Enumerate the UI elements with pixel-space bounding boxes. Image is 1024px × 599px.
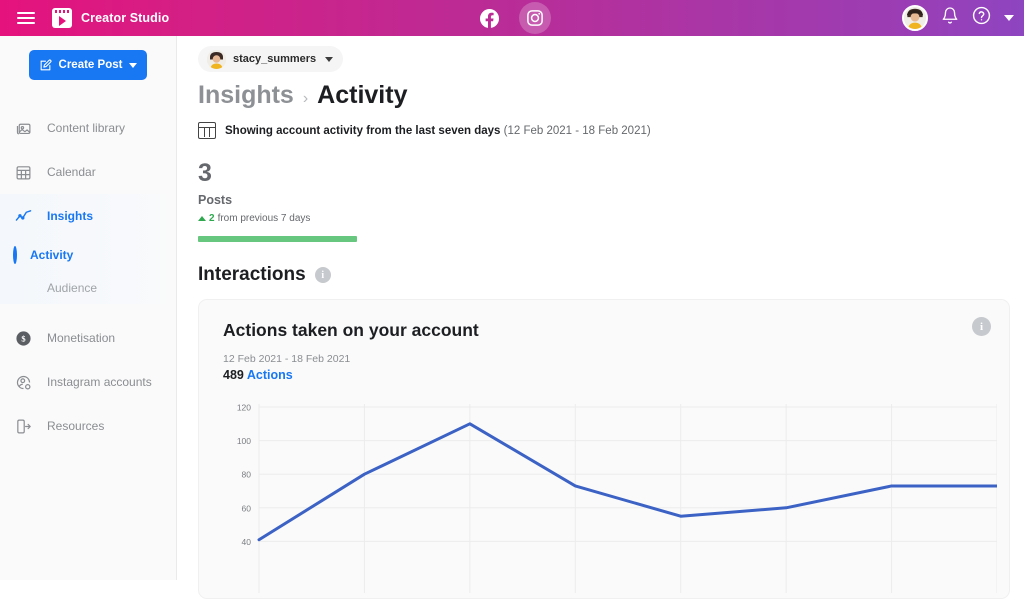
posts-stat-label: Posts <box>198 193 233 207</box>
actions-card: i Actions taken on your account 12 Feb 2… <box>198 299 1010 599</box>
chart-svg: 120 100 80 60 40 <box>237 403 997 593</box>
posts-stat-delta-text: from previous 7 days <box>217 213 311 224</box>
hamburger-icon[interactable] <box>8 12 44 24</box>
compose-icon <box>40 58 52 70</box>
page-title: Activity <box>317 81 408 109</box>
card-date-range: 12 Feb 2021 - 18 Feb 2021 <box>223 353 351 365</box>
sidebar-item-label: Calendar <box>47 165 96 179</box>
chart-series-actions <box>257 422 997 542</box>
card-metric: 489 Actions <box>223 368 1009 382</box>
interactions-section-header: Interactions i <box>198 264 1024 286</box>
sidebar-subitem-label: Audience <box>47 280 98 295</box>
sidebar-item-instagram-accounts[interactable]: Instagram accounts <box>0 360 176 404</box>
account-settings-icon <box>13 374 34 391</box>
sidebar-item-label: Instagram accounts <box>47 375 152 389</box>
actions-line-chart[interactable]: 120 100 80 60 40 <box>223 398 997 598</box>
facebook-icon[interactable] <box>473 2 505 34</box>
posts-stat-delta-value: 2 <box>209 213 215 224</box>
date-range-line: Showing account activity from the last s… <box>198 122 1024 139</box>
avatar <box>207 49 226 69</box>
platform-switcher <box>473 2 551 34</box>
top-bar-right <box>902 5 1014 31</box>
sidebar-item-label: Resources <box>47 419 105 433</box>
info-icon[interactable]: i <box>972 317 991 336</box>
account-selector[interactable]: stacy_summers <box>198 46 343 72</box>
account-name: stacy_summers <box>233 53 317 65</box>
avatar[interactable] <box>902 5 928 31</box>
date-range-text: Showing account activity from the last s… <box>225 125 651 137</box>
sidebar-item-monetisation[interactable]: $ Monetisation <box>0 316 176 360</box>
sidebar-item-activity[interactable]: Activity <box>0 238 176 271</box>
breadcrumb: Insights › Activity <box>198 81 1024 110</box>
sidebar-item-label: Monetisation <box>47 331 116 345</box>
sidebar-item-label: Content library <box>47 121 126 135</box>
chevron-down-icon <box>325 56 334 62</box>
date-range-dates: (12 Feb 2021 - 18 Feb 2021) <box>503 124 651 137</box>
sidebar-item-insights[interactable]: Insights <box>0 194 176 238</box>
brand-name: Creator Studio <box>81 11 170 25</box>
y-axis-tick-label: 60 <box>242 503 252 513</box>
y-axis-tick-label: 40 <box>242 537 252 547</box>
info-icon[interactable]: i <box>314 267 331 283</box>
posts-stat-bar <box>198 236 357 242</box>
y-axis-tick-label: 120 <box>237 403 251 413</box>
breadcrumb-separator: › <box>302 90 309 107</box>
section-title: Interactions <box>198 264 306 285</box>
sidebar-item-audience[interactable]: Audience <box>0 271 176 304</box>
content-library-icon <box>13 120 34 137</box>
create-post-button[interactable]: Create Post <box>29 50 147 80</box>
creator-studio-logo-icon <box>52 8 72 28</box>
top-bar: Creator Studio <box>0 0 1024 36</box>
breadcrumb-parent[interactable]: Insights <box>198 81 294 110</box>
insights-chart-icon <box>13 208 34 225</box>
posts-stat: 3 Posts 2 from previous 7 days <box>198 161 1024 242</box>
resources-exit-icon <box>13 418 34 435</box>
sidebar: Create Post Content library Calendar Ins… <box>0 36 177 580</box>
sidebar-insights-group: Insights Activity Audience <box>0 194 176 304</box>
sidebar-nav: Content library Calendar Insights Activi… <box>0 106 176 448</box>
help-circle-icon[interactable] <box>972 6 991 30</box>
sidebar-item-calendar[interactable]: Calendar <box>0 150 176 194</box>
card-metric-value: 489 <box>223 368 244 382</box>
dollar-coin-icon: $ <box>13 330 34 347</box>
date-range-bold: Showing account activity from the last s… <box>225 124 501 137</box>
brand[interactable]: Creator Studio <box>52 8 169 28</box>
calendar-icon <box>13 164 34 181</box>
instagram-icon[interactable] <box>519 2 551 34</box>
main-content: stacy_summers Insights › Activity Showin… <box>177 36 1024 599</box>
chevron-down-icon[interactable] <box>1004 15 1014 21</box>
y-axis-tick-label: 80 <box>242 470 252 480</box>
activity-dot-icon <box>13 245 17 264</box>
sidebar-item-label: Insights <box>47 209 94 223</box>
posts-stat-value: 3 <box>198 159 212 187</box>
y-axis-tick-label: 100 <box>237 436 251 446</box>
calendar-icon <box>198 122 216 139</box>
sidebar-item-content-library[interactable]: Content library <box>0 106 176 150</box>
card-title: Actions taken on your account <box>223 320 479 340</box>
chevron-down-icon <box>129 62 138 68</box>
bell-icon[interactable] <box>941 6 959 30</box>
card-metric-unit[interactable]: Actions <box>247 368 293 382</box>
sidebar-item-resources[interactable]: Resources <box>0 404 176 448</box>
posts-stat-delta: 2 from previous 7 days <box>198 213 1024 224</box>
triangle-up-icon <box>198 216 206 221</box>
sidebar-subitem-label: Activity <box>30 247 74 262</box>
create-post-label: Create Post <box>58 59 123 71</box>
